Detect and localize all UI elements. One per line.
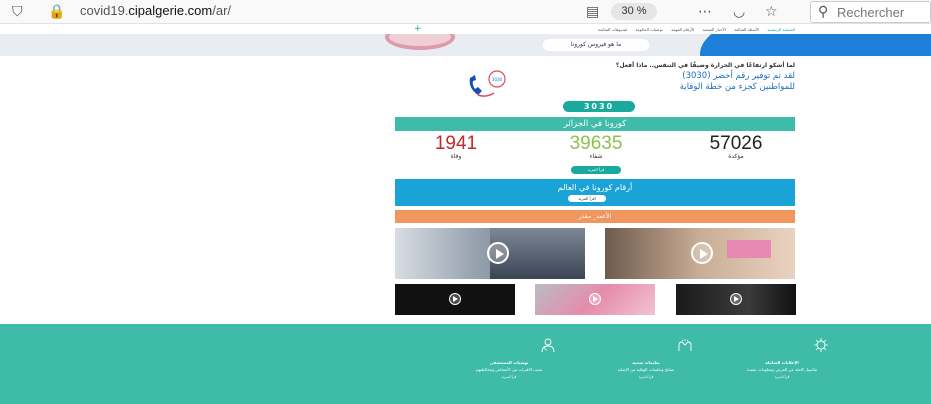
play-icon[interactable] (449, 293, 461, 305)
site-footer: الإعلانات الشاملة تفاصيل كاملة عن المرض … (0, 324, 931, 404)
confirmed-count: 57026 (709, 133, 763, 154)
green-number-line2: للمواطنين كجزء من خطة الوقاية (679, 82, 795, 92)
nav-item-numbers[interactable]: الأرقام المهمة (671, 27, 694, 32)
phone-icon: 3030 (469, 70, 506, 97)
play-icon[interactable] (730, 293, 742, 305)
footer-heading: تعليمات صحية (632, 360, 660, 365)
pocket-icon[interactable]: ◡ (733, 3, 745, 21)
site-nav: الصفحة الرئيسية الأسئلة الشائعة الأخبار … (395, 25, 795, 34)
hands-icon (678, 339, 692, 351)
search-icon: ⚲ (818, 4, 829, 20)
algeria-more-button[interactable]: قرأ المزيد (571, 166, 621, 174)
hero-banner: ما هو فيروس كورونا (0, 34, 931, 56)
more-actions-icon[interactable]: ⋯ (698, 3, 712, 21)
video-thumbnail[interactable] (605, 228, 795, 279)
nav-item-faq[interactable]: الأسئلة الشائعة (734, 27, 759, 32)
video-thumbnail[interactable] (395, 284, 515, 315)
footer-more-link[interactable]: قرأ المزيد (461, 375, 557, 379)
browser-toolbar: ⛉ 🔒 covid19.cipalgerie.com/ar/ ▤ 30 % ⋯ … (0, 0, 931, 24)
zoom-indicator[interactable]: 30 % (611, 3, 657, 20)
insecure-lock-icon[interactable]: 🔒 (48, 3, 65, 21)
recovered-label: شفاء (589, 153, 603, 160)
nav-item-home[interactable]: الصفحة الرئيسية (767, 27, 795, 32)
nav-item-gov[interactable]: توصيات الحكومة (635, 27, 663, 32)
deaths-label: وفاة (450, 153, 462, 160)
what-is-corona-button[interactable]: ما هو فيروس كورونا (543, 39, 649, 51)
plus-icon[interactable]: + (414, 25, 422, 34)
footer-more-link[interactable]: قرأ المزيد (734, 375, 830, 379)
play-icon[interactable] (691, 242, 713, 264)
doctor-icon (541, 338, 555, 353)
footer-text: تفاصيل كاملة عن المرض ومعلومات مفيدة (746, 367, 818, 372)
world-title: أرقام كورونا في العالم (557, 183, 633, 192)
svg-text:3030: 3030 (492, 77, 503, 82)
video-thumbnail[interactable] (535, 284, 655, 315)
algeria-header: كورونا في الجزائر (395, 117, 795, 131)
world-more-button[interactable]: اقرأ المزيد (568, 195, 606, 202)
deaths-count: 1941 (434, 133, 478, 154)
green-number-text: لقد تم توفير رقم أخضر (3030) للمواطنين ك… (597, 71, 795, 93)
virus-illustration (385, 34, 455, 50)
nav-item-videos[interactable]: فيديوهات المتابعة (598, 27, 627, 32)
footer-text: نصائح وتعليمات الوقاية من الإصابة (617, 367, 675, 372)
video-thumbnail[interactable] (395, 228, 585, 279)
search-placeholder: Rechercher (837, 5, 905, 20)
recovered-count: 39635 (569, 133, 623, 154)
footer-more-link[interactable]: قرأ المزيد (598, 375, 694, 379)
bookmark-star-icon[interactable]: ☆ (765, 3, 778, 21)
footer-column: الإعلانات الشاملة تفاصيل كاملة عن المرض … (734, 338, 830, 379)
footer-column: تعليمات صحية نصائح وتعليمات الوقاية من ا… (598, 338, 694, 379)
address-bar[interactable]: covid19.cipalgerie.com/ar/ (80, 3, 231, 18)
shield-icon[interactable]: ⛉ (12, 3, 23, 21)
play-icon[interactable] (589, 293, 601, 305)
footer-heading: الإعلانات الشاملة (765, 360, 799, 365)
footer-column: توصيات المستشفى تجنب الاقتراب من الأشخاص… (461, 338, 557, 379)
nav-item-news[interactable]: الأخبار الصحية (703, 27, 726, 32)
footer-heading: توصيات المستشفى (489, 360, 529, 365)
orange-bar[interactable]: الأعمد_ مقدر (395, 210, 795, 223)
green-number-badge[interactable]: 3030 (563, 101, 635, 112)
confirmed-label: مؤكدة (728, 153, 744, 160)
question-text: لما أشكو ارتفاعًا في الحرارة وضيقًا في ا… (615, 62, 795, 69)
hero-blue-shape (700, 34, 931, 56)
world-section: أرقام كورونا في العالم اقرأ المزيد (395, 179, 795, 206)
video-thumbnail[interactable] (676, 284, 796, 315)
search-box[interactable]: ⚲ Rechercher (810, 1, 931, 23)
play-icon[interactable] (487, 242, 509, 264)
video-pink-label (727, 240, 771, 258)
footer-text: تجنب الاقتراب من الأشخاص ومخالطتهم (475, 367, 543, 372)
reader-view-icon[interactable]: ▤ (586, 3, 599, 21)
virus-icon (814, 338, 828, 352)
green-number-line1: لقد تم توفير رقم أخضر (3030) (682, 71, 795, 81)
